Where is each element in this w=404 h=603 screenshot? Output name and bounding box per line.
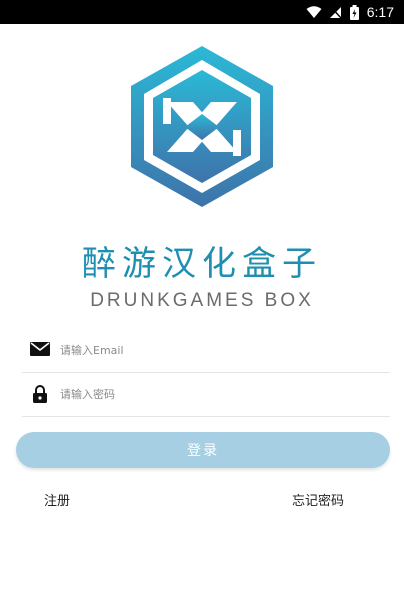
password-field[interactable] bbox=[22, 372, 390, 417]
status-icons: 6:17 bbox=[306, 2, 394, 22]
app-subtitle: DRUNKGAMES BOX bbox=[90, 290, 314, 311]
status-bar: 6:17 bbox=[0, 0, 404, 24]
app-logo bbox=[131, 46, 273, 207]
wifi-icon bbox=[306, 5, 322, 18]
battery-charging-icon bbox=[349, 4, 359, 20]
password-input[interactable] bbox=[60, 380, 380, 408]
status-time: 6:17 bbox=[366, 4, 394, 20]
login-button[interactable]: 登录 bbox=[16, 432, 390, 468]
email-field[interactable] bbox=[22, 328, 390, 373]
register-link[interactable]: 注册 bbox=[44, 490, 70, 509]
forgot-password-link[interactable]: 忘记密码 bbox=[292, 490, 344, 509]
mail-icon bbox=[30, 342, 50, 356]
app-title: 醉游汉化盒子 bbox=[82, 244, 322, 284]
lock-icon bbox=[33, 385, 47, 403]
email-input[interactable] bbox=[60, 336, 380, 364]
cellular-icon bbox=[329, 6, 342, 18]
